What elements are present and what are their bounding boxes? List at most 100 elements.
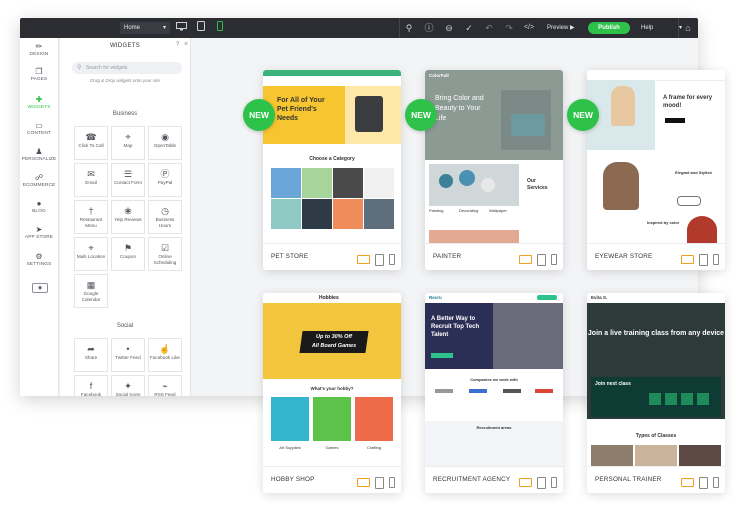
mobile-icon[interactable] [713,254,719,266]
tablet-icon[interactable] [699,476,708,489]
widget-tile[interactable]: ⌖ Multi Location [74,237,108,271]
card-footer: HOBBY SHOP [263,466,401,493]
thumbs-up-icon: ☝ [159,344,171,354]
mobile-icon[interactable] [389,477,395,489]
undo-icon[interactable]: ↶ [482,21,496,35]
device-icons [514,251,557,266]
opentable-icon: ◉ [161,132,169,142]
nav-blog[interactable]: ● BLOG [20,198,58,220]
template-card-recruitment-agency[interactable]: Recru A Better Way to Recruit Top Tech T… [425,293,563,493]
page-selector[interactable]: Home ▾ [120,22,170,34]
tablet-icon[interactable] [699,253,708,266]
mobile-icon[interactable] [551,477,557,489]
widget-tile[interactable]: ❀ Yelp Reviews [111,200,145,234]
mobile-icon[interactable] [389,254,395,266]
trainer-thumbnail: Evita S. Join a live training class from… [587,293,725,467]
close-icon[interactable]: × [184,41,188,48]
desktop-icon[interactable] [519,478,532,488]
widget-tile[interactable]: ⚑ Coupon [111,237,145,271]
hobby-item-3: Crafting [366,445,381,450]
page-selector-label: Home [124,25,141,31]
redo-icon[interactable]: ↷ [502,21,516,35]
widget-tile[interactable]: • Twitter Feed [111,338,145,372]
template-card-hobby-shop[interactable]: Hobbies Up to 30% Off All Board Games Wh… [263,293,401,493]
nav-settings-label: SETTINGS [26,262,52,267]
widget-tile[interactable]: ➦ Share [74,338,108,372]
widget-tile-label: Coupon [119,254,137,259]
desktop-icon[interactable] [174,21,188,35]
desktop-icon[interactable] [357,478,370,488]
nav-pages[interactable]: ❐ PAGES [20,66,58,88]
search-icon[interactable]: ⚲ [402,21,416,35]
widget-tile[interactable]: ▦ Google Calendar [74,274,108,308]
nav-settings[interactable]: ⚙ SETTINGS [20,251,58,273]
widget-tile-label: Facebook Comments [80,392,102,396]
chevron-down-icon: ▾ [162,25,166,31]
widget-tile[interactable]: ⌖ Map [111,126,145,160]
nav-personalize[interactable]: ♟ PERSONALIZE [20,146,58,168]
publish-button[interactable]: Publish [588,22,630,34]
widget-tile[interactable]: ☝ Facebook Like [148,338,182,372]
help-icon[interactable]: ? [176,42,179,48]
info-icon[interactable]: ⓘ [422,21,436,35]
template-card-painter[interactable]: ColorFull Bring Color and Beauty to Your… [425,70,563,270]
widget-tile[interactable]: ☎ Click To Call [74,126,108,160]
painter-thumbnail: ColorFull Bring Color and Beauty to Your… [425,70,563,244]
desktop-icon[interactable] [681,478,694,488]
chat-icon: ● [36,199,42,208]
widget-tile[interactable]: ☑ Online Scheduling [148,237,182,271]
widget-tile[interactable]: ✦ Social Icons [111,375,145,396]
painter-item-1: Painting [429,208,444,213]
widget-tile[interactable]: † Restaurant Menu [74,200,108,234]
mobile-icon[interactable] [713,477,719,489]
widgets-panel: WIDGETS ? × ⚲ Search for widgets Drag & … [60,38,191,396]
paypal-icon: Ⓟ [160,169,170,179]
nav-widgets[interactable]: ✚ WIDGETS [20,94,58,116]
widget-search-input[interactable]: ⚲ Search for widgets [72,62,182,74]
nav-app-store[interactable]: ➤ APP STORE [20,224,58,246]
device-icons [676,251,719,266]
widget-tile[interactable]: ◉ OpenTable [148,126,182,160]
template-card-personal-trainer[interactable]: Evita S. Join a live training class from… [587,293,725,493]
top-toolbar: Home ▾ ⚲ ⓘ ⊖ ✓ ↶ ↷ </> Preview ▶ Publish… [20,18,698,38]
tablet-icon[interactable] [375,476,384,489]
widget-tile[interactable]: ✉ Email [74,163,108,197]
desktop-icon[interactable] [519,255,532,265]
zoom-out-icon[interactable]: ⊖ [442,21,456,35]
template-card-eyewear-store[interactable]: A frame for every mood! Elegant and Styl… [587,70,725,270]
check-icon[interactable]: ✓ [462,21,476,35]
widget-tile[interactable]: fFacebook Comments [74,375,108,396]
desktop-icon[interactable] [357,255,370,265]
trainer-headline: Join a live training class from any devi… [587,330,725,337]
recruitment-thumbnail: Recru A Better Way to Recruit Top Tech T… [425,293,563,467]
card-footer: PAINTER [425,243,563,270]
home-icon[interactable]: ⌂ [681,21,695,35]
help-menu[interactable]: Help ▾ [641,22,682,34]
tablet-icon[interactable] [375,253,384,266]
preview-button[interactable]: Preview ▶ [547,22,575,34]
template-name: PET STORE [271,253,309,260]
template-card-pet-store[interactable]: For All of Your Pet Friend's Needs Choos… [263,70,401,270]
widget-tile[interactable]: Ⓟ PayPal [148,163,182,197]
desktop-icon[interactable] [681,255,694,265]
widget-tile[interactable]: ◷ Business Hours [148,200,182,234]
recruit-brand: Recru [429,295,442,300]
widget-tile-label: Share [84,355,98,360]
widget-tile[interactable]: ☰ Contact Form [111,163,145,197]
toolbar-divider [399,18,400,38]
pet-store-thumbnail: For All of Your Pet Friend's Needs Choos… [263,70,401,244]
tablet-icon[interactable] [537,253,546,266]
mobile-icon[interactable] [551,254,557,266]
eye-toggle-icon[interactable]: ◉ [32,283,48,293]
nav-content[interactable]: ▭ CONTENT [20,120,58,142]
code-icon[interactable]: </> [522,21,536,35]
tablet-icon[interactable] [537,476,546,489]
mobile-icon[interactable] [213,21,227,35]
recruit-areas: Recruitment areas [476,425,512,430]
nav-design[interactable]: ✏ DESIGN [20,41,58,63]
nav-ecommerce[interactable]: ☍ ECOMMERCE [20,172,58,194]
tablet-icon[interactable] [194,21,208,35]
widget-tile-label: Online Scheduling [153,254,177,265]
folder-icon: ▭ [35,121,43,130]
widget-tile[interactable]: ⌁ RSS Feed [148,375,182,396]
